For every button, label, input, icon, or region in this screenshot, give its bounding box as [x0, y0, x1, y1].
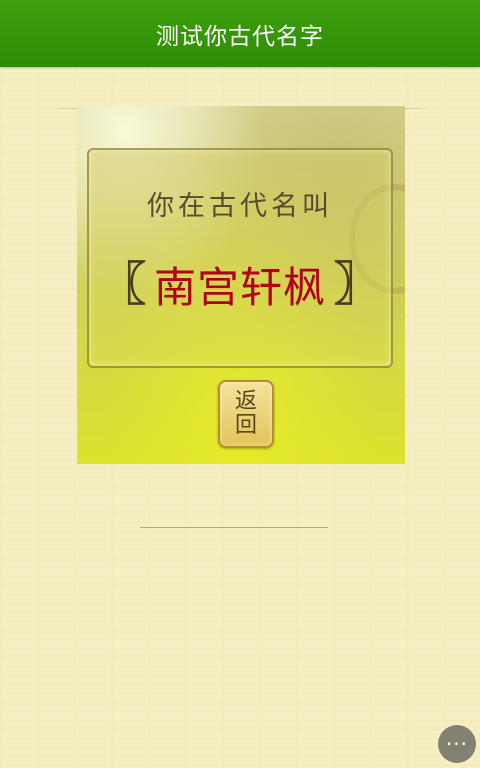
- left-bracket: 〖: [99, 257, 146, 311]
- back-button[interactable]: 返回: [218, 380, 274, 448]
- page-title: 测试你古代名字: [156, 23, 324, 50]
- name-row: 〖 南宫轩枫 〗: [89, 256, 391, 312]
- more-options-button[interactable]: ···: [438, 725, 476, 763]
- more-dots-icon: ···: [445, 732, 469, 756]
- header-title-bar: 测试你古代名字: [0, 0, 480, 67]
- ancient-name: 南宫轩枫: [153, 263, 326, 311]
- result-card: 你在古代名叫 〖 南宫轩枫 〗 返回: [77, 106, 405, 464]
- right-bracket: 〗: [334, 257, 380, 311]
- back-button-label: 返回: [235, 389, 258, 438]
- result-label: 你在古代名叫: [147, 191, 333, 222]
- bottom-divider: [140, 527, 328, 528]
- name-panel: 你在古代名叫 〖 南宫轩枫 〗: [87, 148, 393, 368]
